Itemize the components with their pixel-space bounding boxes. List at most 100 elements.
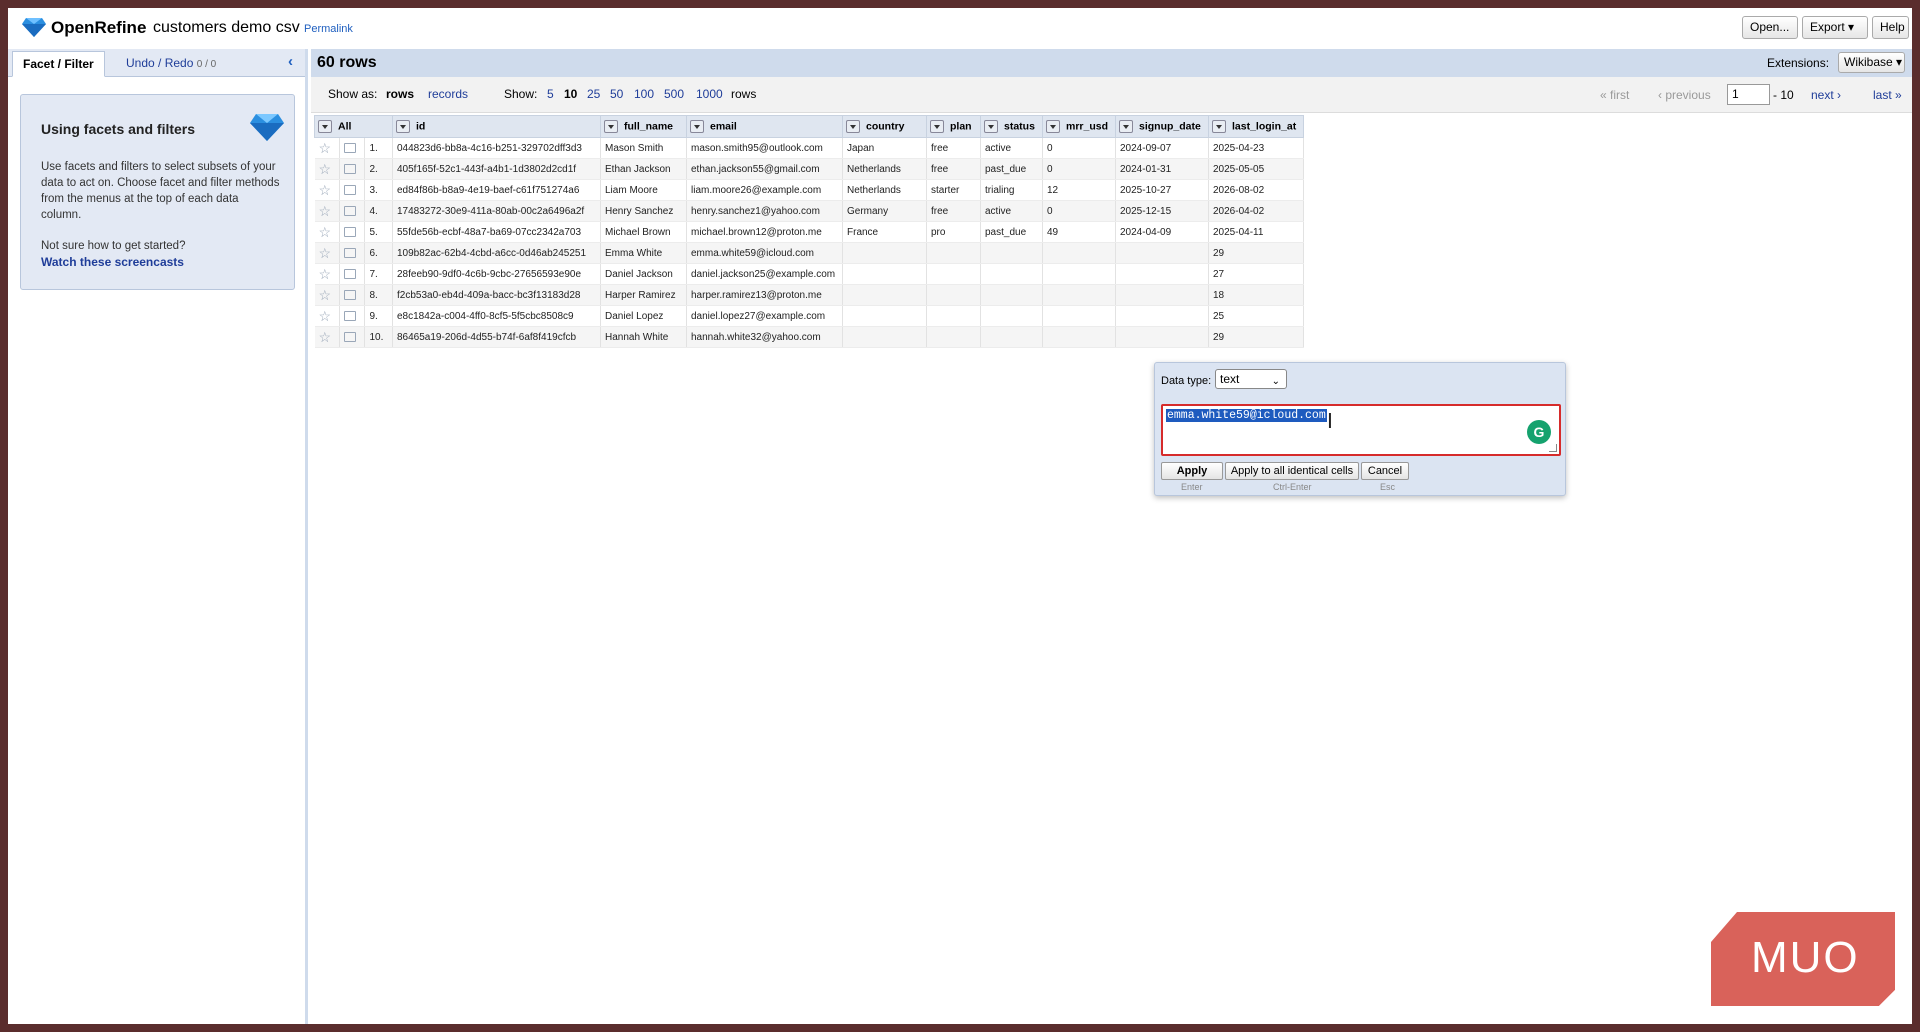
data-type-select[interactable]: text ⌄ (1215, 369, 1287, 389)
table-cell[interactable]: 2025-05-05 (1208, 158, 1304, 180)
table-cell[interactable]: ethan.jackson55@gmail.com (686, 158, 843, 180)
column-country[interactable]: country (842, 115, 927, 138)
table-cell[interactable]: mason.smith95@outlook.com (686, 137, 843, 159)
table-cell[interactable]: 12 (1042, 179, 1116, 201)
table-cell[interactable] (980, 284, 1043, 306)
wikibase-menu-button[interactable]: Wikibase ▾ (1838, 52, 1905, 73)
table-cell[interactable]: 17483272-30e9-411a-80ab-00c2a6496a2f (392, 200, 601, 222)
table-cell[interactable]: past_due (980, 158, 1043, 180)
column-menu-icon[interactable] (690, 120, 704, 133)
table-cell[interactable]: henry.sanchez1@yahoo.com (686, 200, 843, 222)
table-cell[interactable]: past_due (980, 221, 1043, 243)
table-cell[interactable]: Michael Brown (600, 221, 687, 243)
records-mode-link[interactable]: records (428, 87, 468, 101)
column-id[interactable]: id (392, 115, 601, 138)
table-cell[interactable]: Germany (842, 200, 927, 222)
table-cell[interactable]: 109b82ac-62b4-4cbd-a6cc-0d46ab245251 (392, 242, 601, 264)
table-cell[interactable]: active (980, 137, 1043, 159)
table-cell[interactable]: Japan (842, 137, 927, 159)
open-button[interactable]: Open... (1742, 16, 1798, 39)
star-icon[interactable]: ☆ (314, 242, 341, 264)
project-name[interactable]: customers demo csv (153, 19, 300, 37)
page-number-input[interactable]: 1 (1727, 84, 1770, 105)
table-cell[interactable]: Netherlands (842, 179, 927, 201)
column-mrr-usd[interactable]: mrr_usd (1042, 115, 1116, 138)
table-cell[interactable] (1042, 326, 1116, 348)
grammarly-icon[interactable]: G (1527, 420, 1551, 444)
table-cell[interactable]: Emma White (600, 242, 687, 264)
table-cell[interactable]: 2024-01-31 (1115, 158, 1209, 180)
column-menu-icon[interactable] (1212, 120, 1226, 133)
table-cell[interactable]: daniel.jackson25@example.com (686, 263, 843, 285)
page-size-10[interactable]: 10 (564, 87, 577, 101)
app-name[interactable]: OpenRefine (51, 18, 146, 38)
column-menu-icon[interactable] (604, 120, 618, 133)
table-cell[interactable]: Hannah White (600, 326, 687, 348)
table-cell[interactable] (842, 242, 927, 264)
table-cell[interactable]: 28feeb90-9df0-4c6b-9cbc-27656593e90e (392, 263, 601, 285)
table-cell[interactable]: 2026-08-02 (1208, 179, 1304, 201)
table-cell[interactable]: free (926, 158, 981, 180)
table-cell[interactable]: e8c1842a-c004-4ff0-8cf5-5f5cbc8508c9 (392, 305, 601, 327)
column-menu-icon[interactable] (318, 120, 332, 133)
flag-icon[interactable] (339, 242, 366, 264)
table-cell[interactable]: 27 (1208, 263, 1304, 285)
flag-icon[interactable] (339, 158, 366, 180)
table-cell[interactable] (1042, 284, 1116, 306)
resize-grip-icon[interactable] (1549, 444, 1557, 452)
table-cell[interactable] (1115, 326, 1209, 348)
star-icon[interactable]: ☆ (314, 179, 341, 201)
cell-value-textarea[interactable]: emma.white59@icloud.com I G (1161, 404, 1561, 456)
table-cell[interactable]: Daniel Jackson (600, 263, 687, 285)
table-cell[interactable] (926, 242, 981, 264)
flag-icon[interactable] (339, 137, 366, 159)
table-cell[interactable] (1115, 284, 1209, 306)
apply-button[interactable]: Apply (1161, 462, 1223, 480)
table-cell[interactable] (1042, 263, 1116, 285)
column-all[interactable]: All (314, 115, 393, 138)
table-cell[interactable] (926, 263, 981, 285)
table-cell[interactable] (842, 326, 927, 348)
last-page-link[interactable]: last » (1873, 88, 1902, 102)
star-icon[interactable]: ☆ (314, 305, 341, 327)
table-cell[interactable]: 0 (1042, 137, 1116, 159)
column-full-name[interactable]: full_name (600, 115, 687, 138)
table-cell[interactable]: 2025-10-27 (1115, 179, 1209, 201)
previous-page-link[interactable]: ‹ previous (1658, 88, 1711, 102)
screencasts-link[interactable]: Watch these screencasts (41, 255, 184, 269)
table-cell[interactable]: 405f165f-52c1-443f-a4b1-1d3802d2cd1f (392, 158, 601, 180)
table-cell[interactable]: 2024-04-09 (1115, 221, 1209, 243)
table-cell[interactable]: 2025-04-11 (1208, 221, 1304, 243)
page-size-5[interactable]: 5 (547, 87, 554, 101)
star-icon[interactable]: ☆ (314, 158, 341, 180)
tab-undo-redo[interactable]: Undo / Redo 0 / 0 (116, 51, 226, 77)
table-cell[interactable]: Liam Moore (600, 179, 687, 201)
table-cell[interactable]: hannah.white32@yahoo.com (686, 326, 843, 348)
table-cell[interactable] (926, 305, 981, 327)
table-cell[interactable]: daniel.lopez27@example.com (686, 305, 843, 327)
first-page-link[interactable]: « first (1600, 88, 1629, 102)
table-cell[interactable]: emma.white59@icloud.com (686, 242, 843, 264)
page-size-50[interactable]: 50 (610, 87, 623, 101)
table-cell[interactable]: 49 (1042, 221, 1116, 243)
table-cell[interactable]: 18 (1208, 284, 1304, 306)
flag-icon[interactable] (339, 284, 366, 306)
column-menu-icon[interactable] (846, 120, 860, 133)
page-size-1000[interactable]: 1000 (696, 87, 723, 101)
table-cell[interactable]: michael.brown12@proton.me (686, 221, 843, 243)
star-icon[interactable]: ☆ (314, 284, 341, 306)
table-cell[interactable] (1115, 242, 1209, 264)
apply-to-all-button[interactable]: Apply to all identical cells (1225, 462, 1359, 480)
table-cell[interactable]: Henry Sanchez (600, 200, 687, 222)
table-cell[interactable]: free (926, 200, 981, 222)
tab-facet-filter[interactable]: Facet / Filter (12, 51, 105, 77)
table-cell[interactable]: Ethan Jackson (600, 158, 687, 180)
table-cell[interactable]: f2cb53a0-eb4d-409a-bacc-bc3f13183d28 (392, 284, 601, 306)
table-cell[interactable] (842, 263, 927, 285)
rows-mode[interactable]: rows (386, 87, 414, 101)
flag-icon[interactable] (339, 263, 366, 285)
table-cell[interactable]: Daniel Lopez (600, 305, 687, 327)
table-cell[interactable]: 25 (1208, 305, 1304, 327)
flag-icon[interactable] (339, 305, 366, 327)
table-cell[interactable] (980, 326, 1043, 348)
